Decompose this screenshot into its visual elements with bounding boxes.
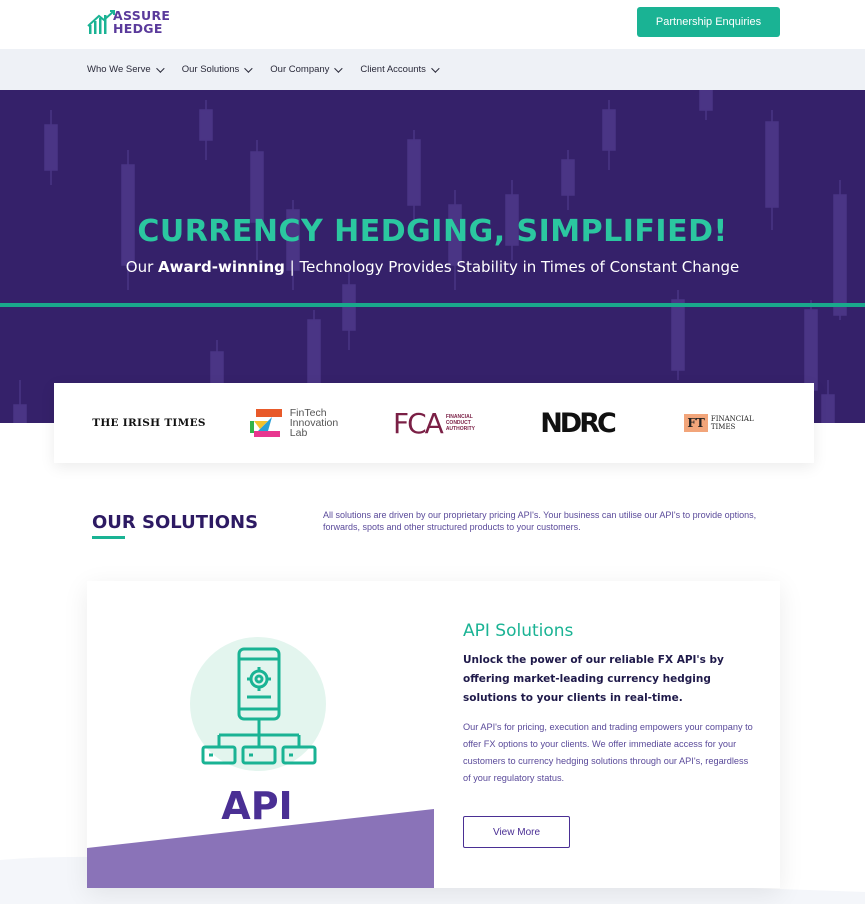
logo-line-2: HEDGE <box>113 21 163 36</box>
hero-banner: CURRENCY HEDGING, SIMPLIFIED! Our Award-… <box>0 90 865 423</box>
ndrc-logo: NDRC <box>540 407 617 439</box>
section-title-underline <box>92 536 125 539</box>
hero-subtitle-emphasis: Award-winning <box>158 258 285 276</box>
nav-label: Client Accounts <box>360 64 426 75</box>
financial-times-logo: FT FINANCIAL TIMES <box>679 383 759 463</box>
api-solutions-content: API Solutions Unlock the power of our re… <box>463 621 753 787</box>
nav-label: Our Solutions <box>181 64 240 75</box>
fintech-line-3: Lab <box>289 427 308 439</box>
card-lead-text: Unlock the power of our reliable FX API'… <box>463 654 724 704</box>
ft-line-2: TIMES <box>710 423 736 431</box>
card-body-text: Our API's for pricing, execution and tra… <box>463 722 753 783</box>
api-solutions-card: API API Solutions Unlock the power of ou… <box>87 581 780 888</box>
section-title-our-solutions: OUR SOLUTIONS <box>92 512 259 533</box>
ft-mark: FT <box>684 414 708 432</box>
view-more-button[interactable]: View More <box>463 816 570 848</box>
nav-label: Who We Serve <box>87 64 151 75</box>
hero-subtitle-prefix: Our <box>125 258 159 276</box>
fca-mark: FCA <box>393 406 444 440</box>
card-title: API Solutions <box>463 621 574 641</box>
main-navigation-bar: Who We Serve Our Solutions Our Company C… <box>0 49 865 90</box>
main-nav: Who We Serve Our Solutions Our Company C… <box>87 49 457 90</box>
chevron-down-icon <box>334 63 344 73</box>
chevron-down-icon <box>155 63 165 73</box>
api-illustration: API <box>87 581 434 888</box>
chevron-down-icon <box>244 63 253 73</box>
hero-subtitle-suffix: | Technology Provides Stability in Times… <box>284 258 740 276</box>
partnership-enquiries-button[interactable]: Partnership Enquiries <box>637 7 780 37</box>
fintech-logo-icon <box>249 409 282 437</box>
assure-hedge-logo[interactable]: ASSURE HEDGE <box>87 7 187 37</box>
nav-label: Our Company <box>270 64 330 75</box>
top-header: ASSURE HEDGE Partnership Enquiries <box>0 0 865 49</box>
nav-item-client-accounts[interactable]: Client Accounts <box>360 63 440 75</box>
hero-title: CURRENCY HEDGING, SIMPLIFIED! <box>137 214 728 249</box>
hero-divider-line <box>0 303 865 307</box>
fintech-innovation-lab-logo: FinTech Innovation Lab <box>239 383 349 463</box>
fca-logo: FCA FINANCIAL CONDUCT AUTHORITY <box>384 383 484 463</box>
nav-item-our-company[interactable]: Our Company <box>270 63 344 75</box>
irish-times-logo: THE IRISH TIMES <box>92 417 206 429</box>
candlestick-background <box>13 90 847 423</box>
partner-logos-band: THE IRISH TIMES FinTech Innovation Lab F… <box>54 383 814 463</box>
chevron-down-icon <box>431 63 440 73</box>
nav-item-who-we-serve[interactable]: Who We Serve <box>87 63 165 75</box>
fca-line-3: AUTHORITY <box>445 426 475 432</box>
nav-item-our-solutions[interactable]: Our Solutions <box>181 63 253 75</box>
hero-subtitle: Our Award-winning | Technology Provides … <box>0 258 865 276</box>
section-description: All solutions are driven by our propriet… <box>323 510 757 532</box>
ft-line-1: FINANCIAL <box>710 415 754 423</box>
card-purple-wave <box>87 809 434 888</box>
